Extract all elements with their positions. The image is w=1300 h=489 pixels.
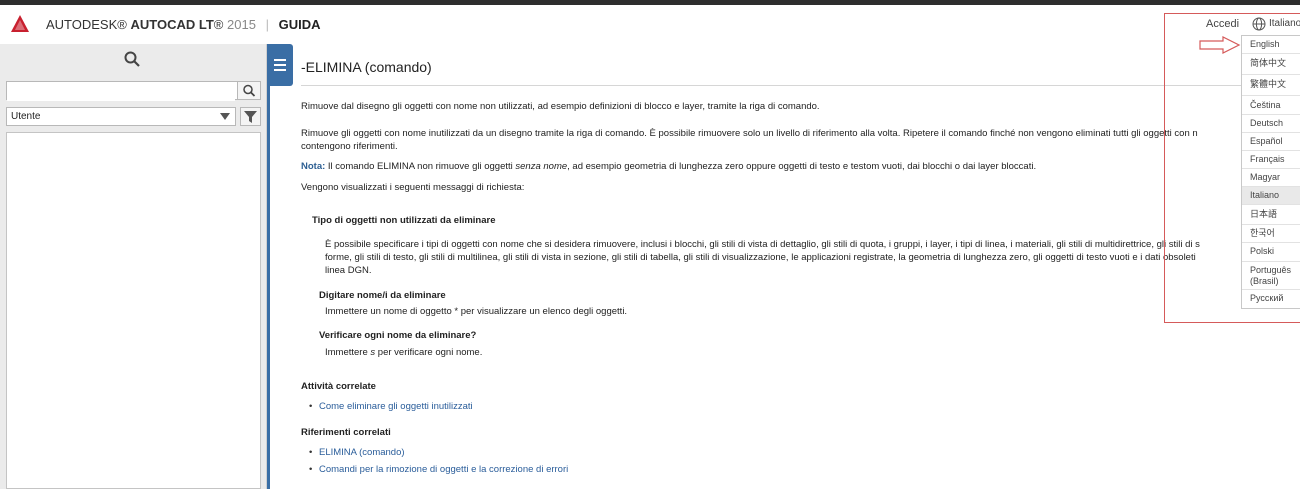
verify-text-b: per verificare ogni nome. bbox=[377, 347, 483, 358]
autocad-logo-icon bbox=[11, 15, 29, 32]
language-option-polish[interactable]: Polski bbox=[1242, 243, 1300, 262]
chevron-down-icon bbox=[220, 113, 230, 120]
main-content: -ELIMINA (comando) Rimuove dal disegno g… bbox=[301, 44, 1300, 489]
language-option-hungarian[interactable]: Magyar bbox=[1242, 169, 1300, 187]
filter-icon bbox=[244, 111, 257, 123]
brand-separator: | bbox=[265, 17, 269, 32]
language-option-portuguese-line1: Português bbox=[1250, 265, 1292, 275]
section-heading-types: Tipo di oggetti non utilizzati da elimin… bbox=[312, 215, 496, 226]
section-heading-verify: Verificare ogni nome da eliminare? bbox=[319, 330, 477, 341]
related-ref-link-elimina[interactable]: ELIMINA (comando) bbox=[309, 446, 404, 459]
intro-paragraph: Rimuove dal disegno gli oggetti con nome… bbox=[301, 101, 820, 112]
prompts-intro: Vengono visualizzati i seguenti messaggi… bbox=[301, 182, 525, 193]
related-ref-link-commands[interactable]: Comandi per la rimozione di oggetti e la… bbox=[309, 463, 568, 476]
description-line-2: contengono riferimenti. bbox=[301, 141, 398, 152]
hamburger-icon-bar bbox=[274, 64, 286, 66]
header: AUTODESK® AUTOCAD LT® 2015 | GUIDA Acced… bbox=[0, 5, 1300, 43]
note-text-end: , ad esempio geometria di lunghezza zero… bbox=[567, 161, 1037, 172]
section-text-verify: Immettere s per verificare ogni nome. bbox=[325, 346, 482, 359]
section-text-names: Immettere un nome di oggetto * per visua… bbox=[325, 306, 628, 317]
language-option-german[interactable]: Deutsch bbox=[1242, 115, 1300, 133]
title-divider bbox=[301, 85, 1241, 86]
language-option-italian[interactable]: Italiano bbox=[1242, 187, 1300, 205]
verify-emphasis: s bbox=[370, 347, 376, 358]
note-label: Nota: bbox=[301, 161, 326, 172]
arrow-right-icon bbox=[1199, 36, 1241, 54]
language-option-french[interactable]: Français bbox=[1242, 151, 1300, 169]
section-text-types-1: È possibile specificare i tipi di oggett… bbox=[325, 239, 1200, 250]
section-text-types-2: forme, gli stili di testo, gli stili di … bbox=[325, 252, 1196, 263]
brand-version: 2015 bbox=[227, 17, 256, 32]
language-option-czech[interactable]: Čeština bbox=[1242, 96, 1300, 115]
filter-value: Utente bbox=[11, 111, 41, 122]
language-option-japanese[interactable]: 日本語 bbox=[1242, 205, 1300, 225]
language-option-korean[interactable]: 한국어 bbox=[1242, 225, 1300, 243]
language-option-spanish[interactable]: Español bbox=[1242, 133, 1300, 151]
language-option-portuguese-line2: (Brasil) bbox=[1250, 276, 1279, 286]
brand-title: AUTODESK® AUTOCAD LT® 2015 | GUIDA bbox=[46, 17, 321, 32]
note-paragraph: Nota: Il comando ELIMINA non rimuove gli… bbox=[301, 160, 1036, 173]
language-option-russian[interactable]: Русский bbox=[1242, 290, 1300, 307]
language-option-zh-hant[interactable]: 繁體中文 bbox=[1242, 75, 1300, 96]
related-refs-heading: Riferimenti correlati bbox=[301, 427, 391, 438]
results-list[interactable] bbox=[6, 132, 261, 489]
hamburger-icon-bar bbox=[274, 69, 286, 71]
search-icon bbox=[243, 84, 256, 97]
page-title: -ELIMINA (comando) bbox=[301, 59, 432, 75]
language-menu: English 简体中文 繁體中文 Čeština Deutsch Españo… bbox=[1241, 35, 1300, 309]
panel-divider[interactable] bbox=[267, 44, 270, 489]
section-text-types-3: linea DGN. bbox=[325, 265, 372, 276]
brand-product: AUTOCAD LT bbox=[130, 17, 214, 32]
hamburger-icon bbox=[274, 59, 286, 61]
language-option-portuguese[interactable]: Português (Brasil) bbox=[1242, 262, 1300, 290]
search-button[interactable] bbox=[237, 82, 260, 99]
sidebar: Utente bbox=[0, 44, 267, 489]
verify-text-a: Immettere bbox=[325, 347, 368, 358]
related-tasks-heading: Attività correlate bbox=[301, 381, 376, 392]
related-task-link[interactable]: Come eliminare gli oggetti inutilizzati bbox=[309, 400, 473, 413]
search-icon[interactable] bbox=[124, 51, 140, 67]
note-emphasis: senza nome bbox=[515, 161, 568, 172]
brand-section: GUIDA bbox=[278, 17, 321, 32]
filter-dropdown[interactable]: Utente bbox=[6, 107, 236, 126]
search-input[interactable] bbox=[7, 83, 235, 101]
brand-autodesk: AUTODESK bbox=[46, 17, 118, 32]
language-option-zh-hans[interactable]: 简体中文 bbox=[1242, 54, 1300, 75]
note-text: Il comando ELIMINA non rimuove gli ogget… bbox=[327, 161, 513, 172]
search-field bbox=[6, 81, 261, 101]
language-option-english[interactable]: English bbox=[1242, 39, 1300, 54]
toc-toggle-button[interactable] bbox=[267, 44, 293, 86]
description-line-1: Rimuove gli oggetti con nome inutilizzat… bbox=[301, 128, 1198, 139]
filter-button[interactable] bbox=[240, 107, 261, 126]
section-heading-names: Digitare nome/i da eliminare bbox=[319, 290, 446, 301]
